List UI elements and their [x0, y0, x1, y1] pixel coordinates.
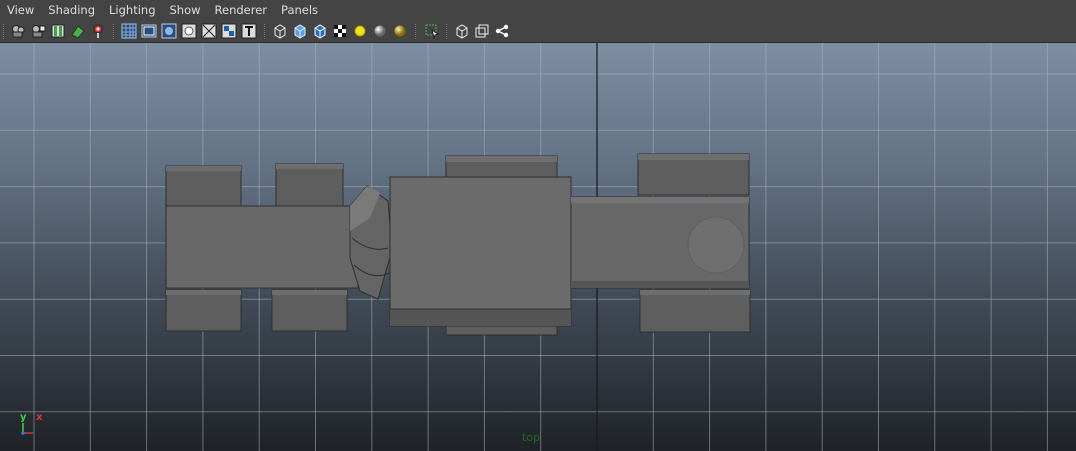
resolution-gate-icon[interactable]	[161, 23, 177, 39]
menu-shading[interactable]: Shading	[41, 0, 102, 21]
wheel-rear-bottom-right[interactable]	[639, 289, 751, 333]
3d-viewport[interactable]: y x top	[0, 43, 1076, 451]
toolbar-separator	[264, 24, 267, 39]
wireframe-on-shaded-icon[interactable]	[312, 23, 328, 39]
front-body[interactable]	[165, 205, 359, 289]
image-plane-icon[interactable]	[70, 23, 86, 39]
panel-toolbar	[0, 21, 1076, 43]
menu-show[interactable]: Show	[163, 0, 208, 21]
menu-lighting[interactable]: Lighting	[102, 0, 162, 21]
toolbar-separator	[3, 24, 6, 39]
film-gate-icon[interactable]	[141, 23, 157, 39]
menu-view[interactable]: View	[0, 0, 41, 21]
maya-viewport-panel: View Shading Lighting Show Renderer Pane…	[0, 0, 1076, 451]
wireframe-icon[interactable]	[272, 23, 288, 39]
safe-title-icon[interactable]	[241, 23, 257, 39]
xray-active-components-icon[interactable]	[474, 23, 490, 39]
bookmarks-icon[interactable]	[50, 23, 66, 39]
cabin-block[interactable]	[389, 176, 572, 327]
xray-icon[interactable]	[454, 23, 470, 39]
toolbar-separator	[415, 24, 418, 39]
wheel-front-bottom-right[interactable]	[271, 289, 348, 332]
smooth-shade-icon[interactable]	[292, 23, 308, 39]
wheel-rear-top-left[interactable]	[445, 155, 558, 180]
camera-attributes-icon[interactable]	[30, 23, 46, 39]
isolate-select-icon[interactable]	[424, 23, 440, 39]
toolbar-separator	[113, 24, 116, 39]
2d-pan-zoom-icon[interactable]	[90, 23, 106, 39]
vehicle-model[interactable]	[165, 153, 751, 336]
shadows-icon[interactable]	[372, 23, 388, 39]
camera-name-label: top	[522, 431, 541, 444]
viewport-canvas	[0, 43, 1076, 451]
wheel-front-top-right[interactable]	[275, 163, 344, 207]
gate-mask-icon[interactable]	[181, 23, 197, 39]
menu-panels[interactable]: Panels	[274, 0, 325, 21]
select-camera-icon[interactable]	[10, 23, 26, 39]
safe-action-icon[interactable]	[221, 23, 237, 39]
wheel-front-bottom-left[interactable]	[165, 289, 242, 332]
field-chart-icon[interactable]	[201, 23, 217, 39]
textured-icon[interactable]	[332, 23, 348, 39]
panel-menu-bar: View Shading Lighting Show Renderer Pane…	[0, 0, 1076, 21]
axis-gizmo-icon	[21, 423, 33, 435]
screen-space-ao-icon[interactable]	[392, 23, 408, 39]
use-all-lights-icon[interactable]	[352, 23, 368, 39]
menu-renderer[interactable]: Renderer	[208, 0, 275, 21]
xray-joints-icon[interactable]	[494, 23, 510, 39]
wheel-rear-top-right[interactable]	[637, 153, 750, 196]
wheel-front-top-left[interactable]	[165, 165, 242, 207]
grid-icon[interactable]	[121, 23, 137, 39]
rear-boom[interactable]	[570, 196, 750, 289]
toolbar-separator	[446, 24, 449, 39]
